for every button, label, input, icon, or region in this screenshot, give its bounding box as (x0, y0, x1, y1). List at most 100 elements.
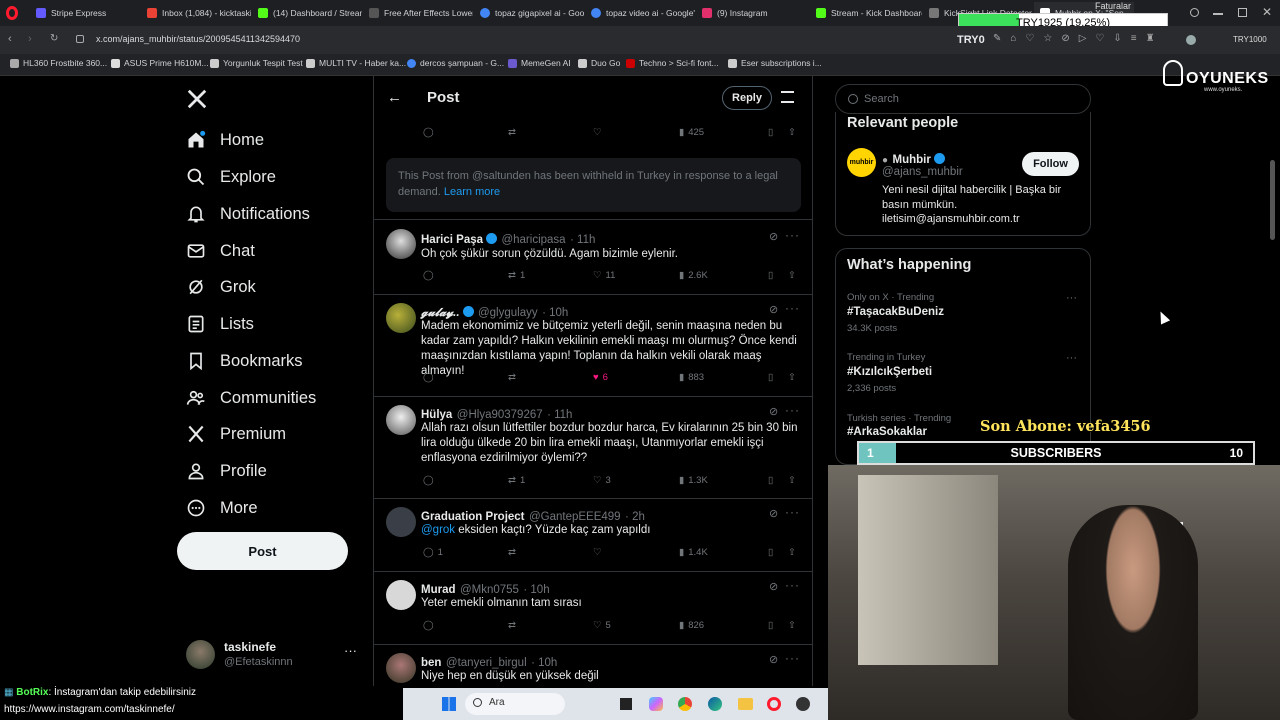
bookmark[interactable]: dercos şampuan - G... (407, 58, 504, 68)
bookmark[interactable]: Duo Go (578, 58, 620, 68)
author-handle[interactable]: @glygulayy (478, 307, 538, 319)
bookmark-icon[interactable]: ▯ (768, 475, 773, 486)
author-handle[interactable]: @Hlya90379267 (457, 409, 543, 421)
reply-header-button[interactable]: Reply (722, 86, 772, 110)
task-view-icon[interactable] (620, 698, 632, 710)
edge-icon[interactable] (708, 697, 722, 711)
author-handle[interactable]: @Mkn0755 (460, 584, 519, 596)
copilot-icon[interactable] (649, 697, 663, 711)
views-count[interactable]: ▮ 1.4K (679, 547, 708, 558)
site-info-icon[interactable] (76, 35, 84, 43)
forward-icon[interactable]: › (28, 33, 32, 45)
nav-premium[interactable]: Premium (186, 420, 286, 448)
nav-explore[interactable]: Explore (186, 163, 276, 191)
nav-communities[interactable]: Communities (186, 384, 316, 412)
chrome-icon[interactable] (678, 697, 692, 711)
more-dots-icon[interactable]: ··· (1066, 352, 1077, 364)
bookmark[interactable]: HL360 Frostbite 360... (10, 58, 107, 68)
like-count[interactable]: ♥ 6 (593, 372, 608, 383)
like-count[interactable]: ♡ 3 (593, 475, 611, 486)
bookmark[interactable]: ASUS Prime H610M... (111, 58, 209, 68)
share-icon[interactable]: ⇧ (788, 620, 796, 631)
nav-notifications[interactable]: Notifications (186, 200, 310, 228)
like-icon[interactable]: ♡ (593, 547, 602, 558)
bookmark[interactable]: Yorgunluk Tespit Test (210, 58, 303, 68)
bookmark[interactable]: Techno > Sci-fi font... (626, 58, 719, 68)
avatar[interactable] (386, 303, 416, 333)
repost-icon[interactable]: ⇄ (508, 372, 516, 383)
more-dots-icon[interactable]: ··· (785, 651, 800, 665)
minimize-icon[interactable] (1213, 13, 1223, 15)
author-name[interactable]: ben (421, 657, 441, 669)
reply-icon[interactable]: ◯ (423, 620, 434, 631)
avatar[interactable]: muhbir (847, 148, 876, 177)
obs-icon[interactable] (796, 697, 810, 711)
more-dots-icon[interactable]: ··· (785, 505, 800, 519)
author-handle[interactable]: @tanyeri_birgul (446, 657, 527, 669)
repost-count[interactable]: ⇄ 1 (508, 270, 525, 281)
like-icon[interactable]: ♡ (593, 127, 602, 138)
close-window-icon[interactable]: ✕ (1262, 5, 1272, 19)
nav-chat[interactable]: Chat (186, 237, 255, 265)
grok-icon[interactable]: ⊘ (769, 507, 778, 520)
search-input[interactable]: Search (835, 84, 1091, 114)
grok-icon[interactable]: ⊘ (769, 580, 778, 593)
nav-lists[interactable]: Lists (186, 310, 254, 338)
scrollbar[interactable] (1270, 160, 1275, 240)
author-handle[interactable]: @GantepEEE499 (529, 511, 621, 523)
share-icon[interactable]: ⇧ (788, 475, 796, 486)
more-dots-icon[interactable]: ··· (785, 228, 800, 242)
nav-profile[interactable]: Profile (186, 457, 267, 485)
grok-icon[interactable]: ⊘ (769, 405, 778, 418)
author-name[interactable]: Harici Paşa (421, 234, 483, 246)
nav-home[interactable]: Home (186, 126, 264, 154)
taskbar-search-input[interactable]: Ara (465, 693, 565, 715)
grok-icon[interactable]: ⊘ (769, 303, 778, 316)
author-name[interactable]: 𝓰𝓾𝓵𝓪𝔂.. (421, 307, 460, 319)
bookmark-icon[interactable]: ▯ (768, 547, 773, 558)
author-name[interactable]: Hülya (421, 409, 452, 421)
opera-logo-icon[interactable] (6, 6, 18, 20)
reply-icon[interactable]: ◯ (423, 127, 434, 138)
views-count[interactable]: ▮ 826 (679, 620, 704, 631)
browser-tab[interactable]: topaz video ai - Google'd (585, 2, 695, 24)
views-count[interactable]: ▮ 1.3K (679, 475, 708, 486)
more-dots-icon[interactable]: ··· (785, 403, 800, 417)
bookmark-icon[interactable]: ▯ (768, 127, 773, 138)
x-logo-icon[interactable] (186, 88, 208, 110)
views-count[interactable]: ▮ 883 (679, 372, 704, 383)
back-arrow-icon[interactable]: ← (387, 89, 402, 106)
browser-tab[interactable]: Free After Effects Lower T (363, 2, 473, 24)
more-dots-icon[interactable]: ··· (785, 578, 800, 592)
maximize-icon[interactable] (1238, 8, 1247, 17)
repost-icon[interactable]: ⇄ (508, 127, 516, 138)
repost-count[interactable]: ⇄ 1 (508, 475, 525, 486)
like-count[interactable]: ♡ 5 (593, 620, 611, 631)
person-handle[interactable]: @ajans_muhbir (882, 166, 963, 178)
avatar[interactable] (386, 229, 416, 259)
reload-icon[interactable]: ↻ (50, 33, 58, 44)
repost-icon[interactable]: ⇄ (508, 547, 516, 558)
browser-tab[interactable]: (14) Dashboard / Streamla (252, 2, 362, 24)
grok-icon[interactable]: ⊘ (769, 653, 778, 666)
more-dots-icon[interactable]: ··· (785, 301, 800, 315)
windows-start-icon[interactable] (442, 697, 456, 711)
avatar[interactable] (386, 580, 416, 610)
bookmark-icon[interactable]: ▯ (768, 270, 773, 281)
opera-icon[interactable] (767, 697, 781, 711)
bookmark[interactable]: Eser subscriptions i... (728, 58, 822, 68)
views-count[interactable]: ▮ 425 (679, 127, 704, 138)
avatar[interactable] (386, 507, 416, 537)
like-count[interactable]: ♡ 11 (593, 270, 615, 281)
chat-link[interactable]: https://www.instagram.com/taskinnefe/ (4, 704, 175, 715)
author-name[interactable]: Murad (421, 584, 456, 596)
avatar[interactable] (386, 653, 416, 683)
mention-link[interactable]: @grok (421, 524, 455, 536)
nav-more[interactable]: More (186, 494, 258, 522)
share-icon[interactable]: ⇧ (788, 270, 796, 281)
avatar[interactable] (386, 405, 416, 435)
bookmark[interactable]: MULTI TV - Haber ka... (306, 58, 406, 68)
browser-tab[interactable]: topaz gigapixel ai - Goog (474, 2, 584, 24)
views-count[interactable]: ▮ 2.6K (679, 270, 708, 281)
url-input[interactable]: x.com/ajans_muhbir/status/20095454113425… (96, 34, 300, 44)
